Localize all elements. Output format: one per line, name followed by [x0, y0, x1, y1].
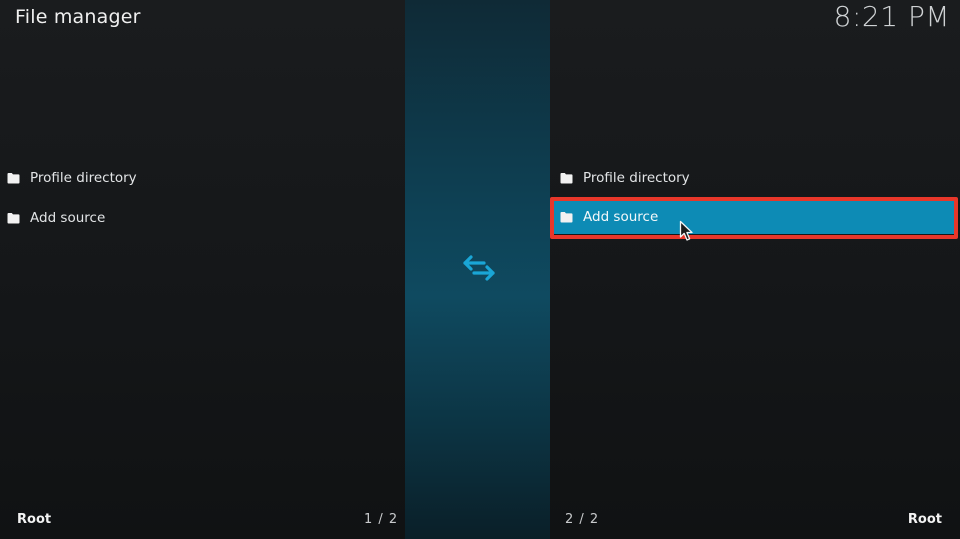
right-file-list: Profile directory Add source — [550, 158, 960, 234]
folder-icon — [560, 212, 573, 223]
folder-icon — [7, 173, 20, 184]
right-footer-count: 2 / 2 — [565, 512, 600, 527]
file-manager-screen: File manager 8:21 PM Profile directory A… — [0, 0, 960, 539]
left-file-list: Profile directory Add source — [0, 158, 405, 238]
folder-icon — [560, 173, 573, 184]
right-item-label: Add source — [583, 209, 659, 225]
left-item-profile-directory[interactable]: Profile directory — [0, 158, 405, 198]
left-item-add-source[interactable]: Add source — [0, 198, 405, 238]
swap-arrows-icon[interactable] — [462, 253, 496, 283]
folder-icon — [7, 213, 20, 224]
left-footer-count: 1 / 2 — [364, 512, 399, 527]
mouse-cursor-icon — [679, 220, 693, 241]
right-item-label: Profile directory — [583, 170, 690, 186]
right-item-add-source[interactable]: Add source — [550, 200, 954, 234]
left-item-label: Add source — [30, 210, 106, 226]
left-pane: Profile directory Add source — [0, 0, 405, 539]
left-footer-label: Root — [17, 512, 52, 527]
right-footer-label: Root — [907, 512, 942, 527]
right-pane: Profile directory Add source — [550, 0, 960, 539]
right-item-profile-directory[interactable]: Profile directory — [550, 158, 960, 198]
left-item-label: Profile directory — [30, 170, 137, 186]
